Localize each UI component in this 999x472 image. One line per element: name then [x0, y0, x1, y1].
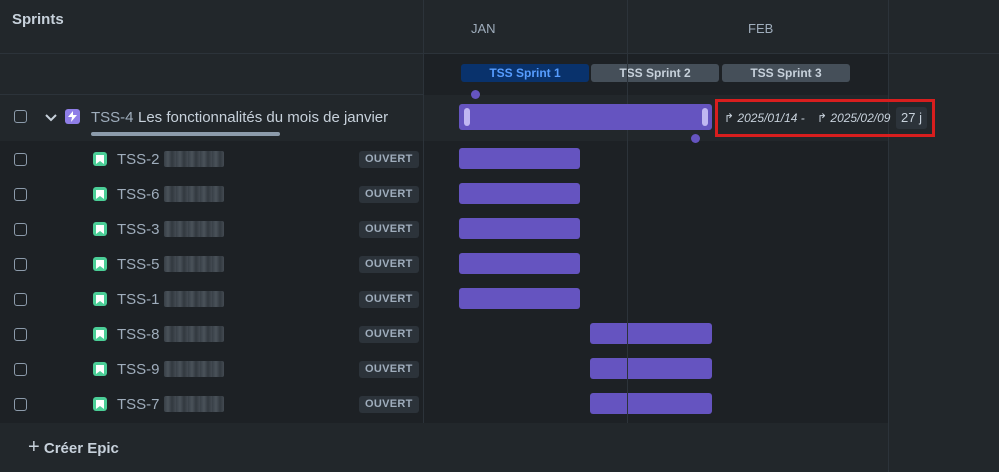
issue-checkbox[interactable]: [14, 293, 27, 306]
issue-key[interactable]: TSS-6: [117, 186, 160, 203]
redacted-summary: [164, 256, 224, 272]
status-badge[interactable]: OUVERT: [359, 256, 419, 273]
status-badge[interactable]: OUVERT: [359, 396, 419, 413]
arrow-turn-icon: ↱: [817, 111, 828, 125]
timeline-end-line: [888, 0, 889, 472]
redacted-summary: [164, 221, 224, 237]
month-jan: JAN: [471, 21, 496, 36]
issue-row[interactable]: TSS-8 OUVERT: [0, 323, 423, 345]
status-badge[interactable]: OUVERT: [359, 221, 419, 238]
create-epic-label: Créer Epic: [43, 440, 119, 457]
issue-checkbox[interactable]: [14, 223, 27, 236]
epic-bar-start-handle[interactable]: [464, 108, 470, 126]
issue-checkbox[interactable]: [14, 258, 27, 271]
epic-lightning-icon: [65, 109, 80, 124]
issue-timeline-bar[interactable]: [590, 393, 712, 414]
issue-row[interactable]: TSS-1 OUVERT: [0, 288, 423, 310]
create-epic-row: [0, 423, 888, 472]
timeline-overflow-area: [889, 0, 999, 472]
issue-key[interactable]: TSS-9: [117, 361, 160, 378]
issue-key[interactable]: TSS-2: [117, 151, 160, 168]
redacted-summary: [164, 326, 224, 342]
issue-row[interactable]: TSS-2 OUVERT: [0, 148, 423, 170]
dependency-dot-end[interactable]: [691, 134, 700, 143]
issue-timeline-bar[interactable]: [590, 358, 712, 379]
epic-checkbox[interactable]: [14, 110, 27, 123]
sprint-chip-label: TSS Sprint 3: [750, 66, 822, 80]
issue-key[interactable]: TSS-7: [117, 396, 160, 413]
sprints-row: [0, 54, 423, 95]
issue-checkbox[interactable]: [14, 328, 27, 341]
issue-key[interactable]: TSS-3: [117, 221, 160, 238]
redacted-summary: [164, 396, 224, 412]
month-gridline: [627, 0, 628, 472]
epic-key[interactable]: TSS-4: [91, 109, 134, 126]
issue-key[interactable]: TSS-8: [117, 326, 160, 343]
issue-checkbox[interactable]: [14, 153, 27, 166]
month-feb: FEB: [748, 21, 774, 36]
create-epic-button[interactable]: + Créer Epic: [28, 436, 119, 459]
epic-end-date: ↱ 2025/02/09: [817, 111, 890, 125]
status-badge[interactable]: OUVERT: [359, 361, 419, 378]
issue-checkbox[interactable]: [14, 398, 27, 411]
story-bookmark-icon: [93, 222, 107, 236]
issue-timeline-bar[interactable]: [459, 148, 580, 169]
start-date-text: 2025/01/14 -: [737, 111, 805, 125]
epic-start-date: ↱ 2025/01/14 -: [724, 111, 805, 125]
story-bookmark-icon: [93, 257, 107, 271]
dependency-dot-start[interactable]: [471, 90, 480, 99]
status-badge[interactable]: OUVERT: [359, 151, 419, 168]
issue-timeline-bar[interactable]: [459, 288, 580, 309]
duration-badge: 27 j: [896, 107, 927, 129]
epic-progress-bar: [91, 132, 280, 136]
story-bookmark-icon: [93, 187, 107, 201]
epic-title[interactable]: Les fonctionnalités du mois de janvier: [138, 109, 388, 126]
chevron-down-icon[interactable]: [44, 110, 58, 127]
sprint-chip-2[interactable]: TSS Sprint 2: [591, 64, 719, 82]
status-badge[interactable]: OUVERT: [359, 291, 419, 308]
story-bookmark-icon: [93, 152, 107, 166]
panel-divider[interactable]: [423, 0, 424, 472]
sprints-label: Sprints: [12, 11, 64, 28]
redacted-summary: [164, 291, 224, 307]
redacted-summary: [164, 151, 224, 167]
issue-key[interactable]: TSS-5: [117, 256, 160, 273]
status-badge[interactable]: OUVERT: [359, 326, 419, 343]
story-bookmark-icon: [93, 362, 107, 376]
issue-row[interactable]: TSS-7 OUVERT: [0, 393, 423, 415]
sprint-chip-label: TSS Sprint 2: [619, 66, 691, 80]
issue-timeline-bar[interactable]: [459, 183, 580, 204]
issue-row[interactable]: TSS-9 OUVERT: [0, 358, 423, 380]
sprint-chip-1[interactable]: TSS Sprint 1: [461, 64, 589, 82]
issue-checkbox[interactable]: [14, 363, 27, 376]
redacted-summary: [164, 186, 224, 202]
epic-timeline-bar[interactable]: [459, 104, 712, 130]
redacted-summary: [164, 361, 224, 377]
end-date-text: 2025/02/09: [830, 111, 891, 125]
issue-row[interactable]: TSS-3 OUVERT: [0, 218, 423, 240]
issue-timeline-bar[interactable]: [459, 218, 580, 239]
issue-timeline-bar[interactable]: [590, 323, 712, 344]
issue-key[interactable]: TSS-1: [117, 291, 160, 308]
issue-row[interactable]: TSS-5 OUVERT: [0, 253, 423, 275]
story-bookmark-icon: [93, 327, 107, 341]
issue-timeline-bar[interactable]: [459, 253, 580, 274]
timeline-header: [424, 0, 999, 54]
arrow-turn-icon: ↱: [724, 111, 735, 125]
epic-bar-end-handle[interactable]: [702, 108, 708, 126]
story-bookmark-icon: [93, 397, 107, 411]
status-badge[interactable]: OUVERT: [359, 186, 419, 203]
sprint-chip-label: TSS Sprint 1: [489, 66, 561, 80]
issue-checkbox[interactable]: [14, 188, 27, 201]
issue-row[interactable]: TSS-6 OUVERT: [0, 183, 423, 205]
sprint-chip-3[interactable]: TSS Sprint 3: [722, 64, 850, 82]
story-bookmark-icon: [93, 292, 107, 306]
plus-icon: +: [28, 436, 40, 458]
